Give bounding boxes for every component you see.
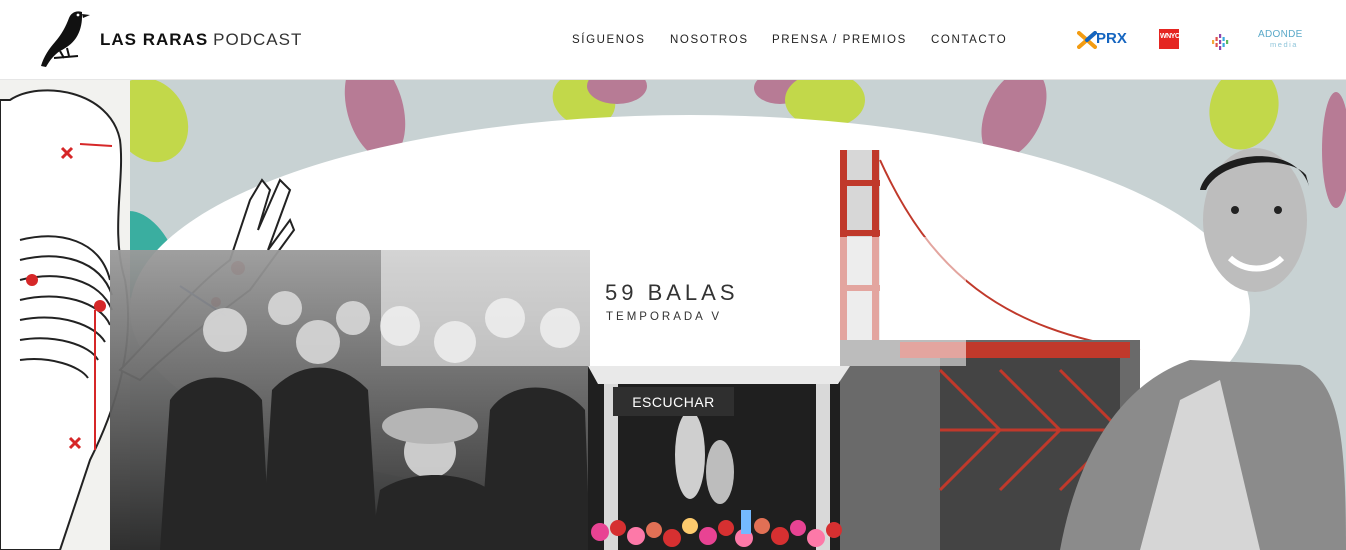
podcasts-icon[interactable] (1211, 30, 1229, 54)
adonde-text: ADONDE (1258, 29, 1303, 40)
brand-name: LAS RARAS (100, 30, 209, 49)
prx-text: PRX (1096, 30, 1127, 47)
adonde-media-logo[interactable]: ADONDE media (1258, 30, 1310, 54)
nav-prensa-premios[interactable]: PRENSA / PREMIOS (772, 34, 907, 46)
bird-logo-icon[interactable] (38, 6, 98, 72)
slide-subtitle: TEMPORADA V (606, 311, 723, 323)
nav-nosotros[interactable]: NOSOTROS (670, 34, 749, 46)
nav-contacto[interactable]: CONTACTO (931, 34, 1007, 46)
chevron-right-icon[interactable] (0, 308, 26, 348)
brand-suffix: PODCAST (213, 30, 303, 49)
straw-hat (382, 408, 478, 444)
slide-title: 59 BALAS (605, 280, 739, 305)
hero-slider: 59 BALAS TEMPORADA V ESCUCHAR (0, 80, 1346, 550)
adonde-media-text: media (1270, 40, 1298, 49)
listen-button[interactable]: ESCUCHAR (613, 387, 734, 416)
nav-siguenos[interactable]: SÍGUENOS (572, 34, 646, 46)
site-header: LAS RARAS PODCAST SÍGUENOS NOSOTROS PRENS… (0, 0, 1346, 80)
prx-mark-icon (1077, 31, 1097, 49)
wnyc-text: WNYC (1160, 33, 1180, 40)
site-brand[interactable]: LAS RARAS PODCAST (100, 30, 302, 50)
wnyc-logo[interactable]: WNYC (1159, 29, 1180, 49)
